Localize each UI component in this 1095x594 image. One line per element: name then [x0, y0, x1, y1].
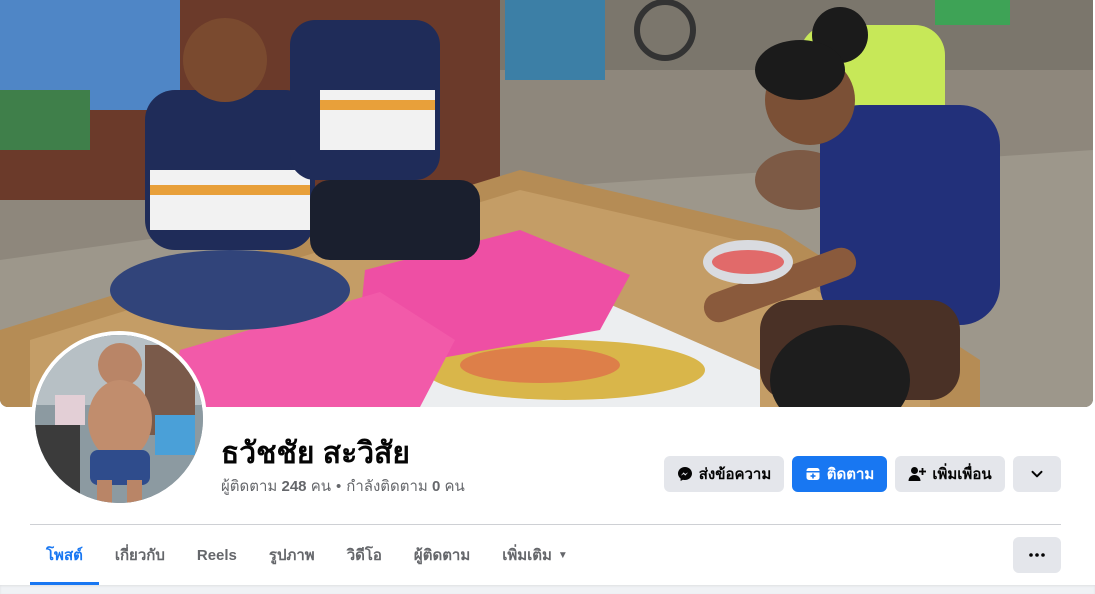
add-friend-button[interactable]: เพิ่มเพื่อน: [895, 456, 1005, 492]
message-button[interactable]: ส่งข้อความ: [664, 456, 784, 492]
follow-icon: [806, 468, 820, 480]
caret-down-icon: ▼: [557, 549, 568, 561]
tab-videos[interactable]: วิดีโอ: [331, 525, 398, 585]
tab-about[interactable]: เกี่ยวกับ: [99, 525, 181, 585]
profile-stats: ผู้ติดตาม 248 คน • กำลังติดตาม 0 คน: [221, 474, 465, 498]
profile-name: ธวัชชัย สะวิสัย: [221, 437, 410, 470]
separator-dot: •: [336, 478, 342, 495]
profile-avatar-image: [35, 335, 203, 503]
tab-photos-label: รูปภาพ: [268, 547, 315, 564]
tab-more-label: เพิ่มเติม: [502, 547, 552, 564]
profile-tabs: โพสต์ เกี่ยวกับ Reels รูปภาพ วิดีโอ ผู้ต…: [30, 525, 584, 585]
tab-photos[interactable]: รูปภาพ: [253, 525, 331, 585]
add-friend-button-label: เพิ่มเพื่อน: [932, 466, 992, 483]
followers-link[interactable]: ผู้ติดตาม 248 คน: [221, 478, 331, 495]
profile-avatar[interactable]: [35, 335, 203, 503]
following-label: กำลังติดตาม: [346, 478, 428, 495]
tab-followers[interactable]: ผู้ติดตาม: [398, 525, 486, 585]
tab-posts[interactable]: โพสต์: [30, 525, 99, 585]
message-button-label: ส่งข้อความ: [698, 466, 772, 483]
ellipsis-icon: [1029, 553, 1045, 557]
followers-unit: คน: [310, 478, 331, 495]
follow-button[interactable]: ติดตาม: [792, 456, 887, 492]
followers-count: 248: [281, 478, 307, 495]
messenger-icon: [677, 467, 692, 481]
tab-more[interactable]: เพิ่มเติม ▼: [486, 525, 584, 585]
tab-videos-label: วิดีโอ: [346, 547, 382, 564]
tab-posts-label: โพสต์: [46, 547, 83, 564]
tab-options-button[interactable]: [1013, 537, 1061, 573]
following-link[interactable]: กำลังติดตาม 0 คน: [346, 478, 465, 495]
following-unit: คน: [444, 478, 465, 495]
expand-button[interactable]: [1013, 456, 1061, 492]
tab-reels[interactable]: Reels: [181, 525, 253, 585]
follow-button-label: ติดตาม: [826, 466, 875, 483]
tab-about-label: เกี่ยวกับ: [114, 547, 165, 564]
followers-label: ผู้ติดตาม: [221, 478, 278, 495]
profile-page: ธวัชชัย สะวิสัย ผู้ติดตาม 248 คน • กำลังติ…: [0, 0, 1095, 594]
feed-background: [0, 585, 1095, 594]
following-count: 0: [432, 478, 441, 495]
add-friend-icon: [908, 467, 927, 481]
chevron-down-icon: [1031, 470, 1043, 478]
tab-reels-label: Reels: [196, 546, 237, 564]
tab-followers-label: ผู้ติดตาม: [413, 547, 471, 564]
